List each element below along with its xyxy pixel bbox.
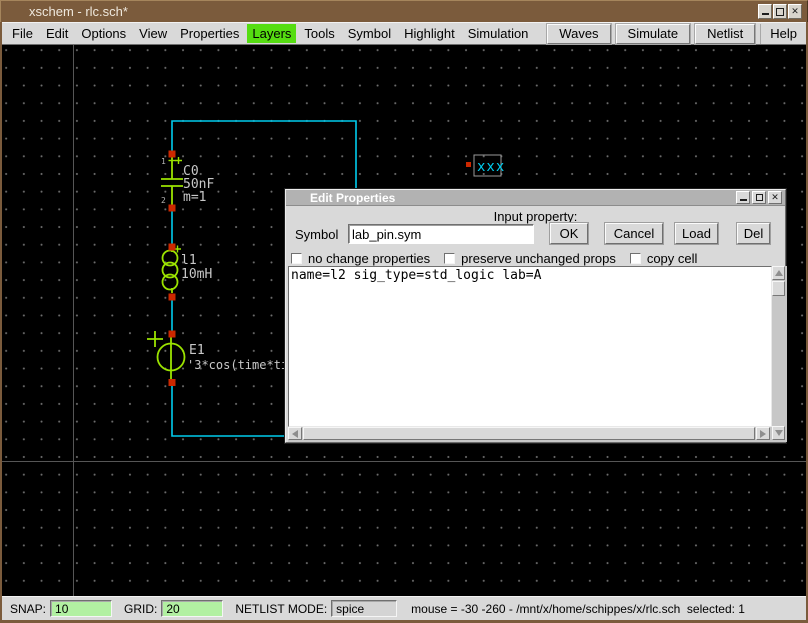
netlist-mode-input[interactable]: spice — [331, 600, 397, 617]
minimize-icon — [740, 199, 747, 201]
wire[interactable] — [172, 386, 284, 436]
voltage-source-symbol[interactable] — [147, 331, 185, 379]
maximize-icon — [776, 8, 784, 16]
statusbar: SNAP: 10 GRID: 20 NETLIST MODE: spice mo… — [2, 596, 806, 620]
horizontal-scrollbar-thumb[interactable] — [303, 427, 755, 440]
menu-layers[interactable]: Layers — [247, 24, 296, 43]
pin-number: 2 — [161, 196, 166, 205]
menu-symbol[interactable]: Symbol — [348, 26, 391, 41]
checkbox-icon — [630, 253, 641, 264]
checkbox-label: no change properties — [308, 251, 430, 266]
vertical-scrollbar[interactable] — [772, 266, 787, 442]
pin[interactable] — [169, 379, 176, 386]
arrow-up-icon — [775, 270, 783, 276]
window-controls: ✕ — [758, 4, 802, 19]
maximize-icon — [756, 194, 763, 201]
checkbox-icon — [444, 253, 455, 264]
menubar: File Edit Options View Properties Layers… — [2, 22, 806, 45]
net-label-group[interactable]: xxx — [474, 155, 505, 176]
menu-simulation[interactable]: Simulation — [468, 26, 529, 41]
menu-help[interactable]: Help — [760, 24, 806, 44]
menu-file[interactable]: File — [12, 26, 33, 41]
vertical-scrollbar-thumb[interactable] — [772, 281, 785, 296]
checkbox-no-change-properties[interactable]: no change properties — [291, 251, 430, 266]
menu-edit[interactable]: Edit — [46, 26, 68, 41]
property-textarea[interactable]: name=l2 sig_type=std_logic lab=A — [288, 266, 772, 427]
net-label-text[interactable]: xxx — [477, 159, 505, 175]
symbol-input[interactable] — [348, 224, 534, 244]
pin[interactable] — [169, 331, 176, 338]
window-title: xschem - rlc.sch* — [29, 4, 128, 19]
menu-view[interactable]: View — [139, 26, 167, 41]
menu-action-buttons: Waves Simulate Netlist Help — [547, 23, 806, 44]
arrow-right-icon — [760, 430, 766, 438]
snap-label: SNAP: — [10, 602, 46, 616]
pin[interactable] — [466, 162, 471, 167]
waves-button[interactable]: Waves — [547, 24, 610, 44]
pin-number: 1 — [161, 157, 166, 166]
scroll-left-button[interactable] — [288, 427, 302, 440]
maximize-button[interactable] — [773, 4, 787, 19]
scroll-right-button[interactable] — [756, 427, 770, 440]
checkbox-icon — [291, 253, 302, 264]
window-titlebar[interactable]: xschem - rlc.sch* ✕ — [0, 0, 808, 22]
close-icon: ✕ — [771, 193, 779, 202]
capacitor-attr-label[interactable]: m=1 — [183, 190, 206, 205]
inductor-value-label[interactable]: 10mH — [181, 267, 212, 282]
checkbox-label: copy cell — [647, 251, 698, 266]
netlist-mode-label: NETLIST MODE: — [235, 602, 327, 616]
menu-properties[interactable]: Properties — [180, 26, 239, 41]
dialog-maximize-button[interactable] — [752, 191, 766, 204]
dialog-title: Edit Properties — [310, 191, 395, 205]
dialog-close-button[interactable]: ✕ — [768, 191, 782, 204]
netlist-button[interactable]: Netlist — [695, 24, 755, 44]
mouse-status-text: mouse = -30 -260 - /mnt/x/home/schippes/… — [411, 602, 745, 616]
horizontal-scrollbar[interactable] — [288, 427, 772, 442]
components — [147, 157, 185, 379]
menu-options[interactable]: Options — [81, 26, 126, 41]
edit-properties-dialog: Edit Properties ✕ Input property: Symbol… — [285, 189, 786, 443]
snap-input[interactable]: 10 — [50, 600, 112, 617]
checkbox-row: no change properties preserve unchanged … — [291, 251, 711, 266]
close-icon: ✕ — [791, 7, 799, 16]
menu-highlight[interactable]: Highlight — [404, 26, 455, 41]
inductor-symbol[interactable] — [163, 246, 182, 294]
dialog-titlebar[interactable]: Edit Properties ✕ — [286, 190, 785, 206]
close-button[interactable]: ✕ — [788, 4, 802, 19]
pin-number-labels: 1 2 — [161, 157, 166, 205]
schematic-canvas[interactable]: C0 50nF m=1 l1 10mH E1 '3*cos(time*time*… — [2, 45, 806, 596]
pin[interactable] — [169, 151, 176, 158]
dialog-window-controls: ✕ — [736, 191, 782, 204]
input-property-label: Input property: — [286, 209, 785, 224]
ok-button[interactable]: OK — [550, 223, 588, 244]
checkbox-preserve-unchanged-props[interactable]: preserve unchanged props — [444, 251, 616, 266]
scroll-up-button[interactable] — [772, 266, 785, 280]
simulate-button[interactable]: Simulate — [616, 24, 691, 44]
grid-label: GRID: — [124, 602, 157, 616]
pin[interactable] — [169, 294, 176, 301]
load-button[interactable]: Load — [675, 223, 718, 244]
pin[interactable] — [169, 244, 176, 251]
del-button[interactable]: Del — [737, 223, 770, 244]
inductor-ref-label[interactable]: l1 — [181, 253, 197, 268]
source-ref-label[interactable]: E1 — [189, 343, 205, 358]
checkbox-copy-cell[interactable]: copy cell — [630, 251, 698, 266]
symbol-label: Symbol — [295, 227, 338, 242]
grid-input[interactable]: 20 — [161, 600, 223, 617]
pin[interactable] — [169, 205, 176, 212]
scroll-down-button[interactable] — [772, 426, 785, 440]
checkbox-label: preserve unchanged props — [461, 251, 616, 266]
arrow-down-icon — [775, 430, 783, 436]
minimize-button[interactable] — [758, 4, 772, 19]
menu-tools[interactable]: Tools — [304, 26, 334, 41]
xschem-window: xschem - rlc.sch* ✕ File Edit Options Vi… — [0, 0, 808, 623]
minimize-icon — [762, 13, 769, 15]
arrow-left-icon — [292, 430, 298, 438]
cancel-button[interactable]: Cancel — [605, 223, 663, 244]
dialog-minimize-button[interactable] — [736, 191, 750, 204]
